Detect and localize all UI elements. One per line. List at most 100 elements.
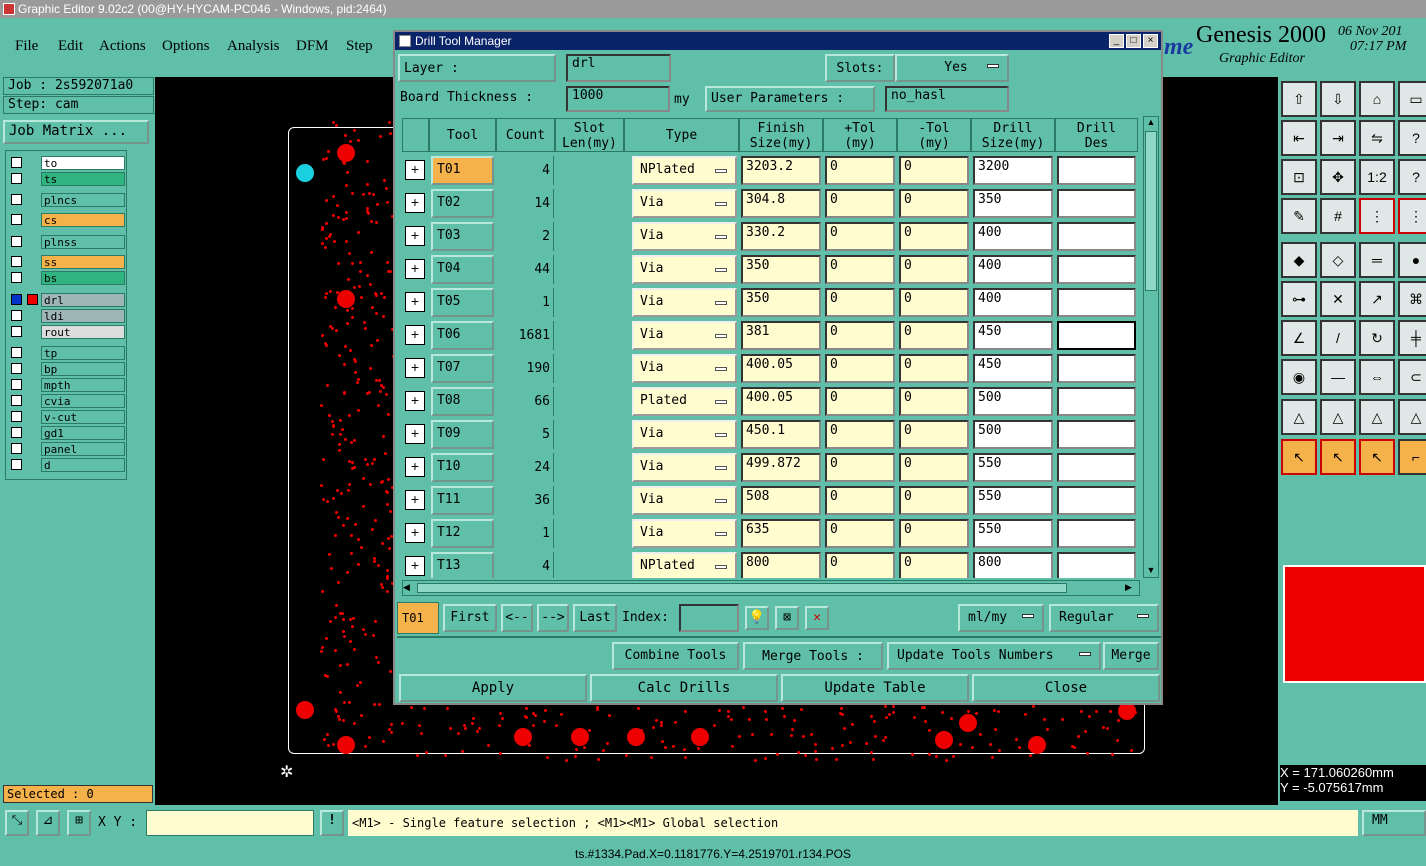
- tool-id[interactable]: T13: [431, 552, 494, 578]
- type-select[interactable]: Via: [632, 486, 737, 515]
- hscroll-thumb[interactable]: [417, 583, 1067, 593]
- type-select[interactable]: NPlated: [632, 552, 737, 578]
- tri2-icon[interactable]: △: [1320, 399, 1356, 435]
- layer-row[interactable]: panel: [9, 442, 125, 456]
- drill-size-input[interactable]: 800: [973, 552, 1053, 578]
- finish-size-input[interactable]: 800: [741, 552, 821, 578]
- layer-checkbox[interactable]: [11, 157, 22, 168]
- layer-row[interactable]: bs: [9, 271, 125, 285]
- layer-checkbox[interactable]: [27, 236, 38, 247]
- drill-des-input[interactable]: [1057, 288, 1136, 317]
- drill-size-input[interactable]: 550: [973, 486, 1053, 515]
- finish-size-input[interactable]: 508: [741, 486, 821, 515]
- layer-checkbox[interactable]: [27, 347, 38, 358]
- minus-tol-input[interactable]: 0: [899, 420, 969, 449]
- drill-des-input[interactable]: [1057, 255, 1136, 284]
- plus-tol-input[interactable]: 0: [825, 519, 895, 548]
- tool-id[interactable]: T03: [431, 222, 494, 251]
- minus-tol-input[interactable]: 0: [899, 222, 969, 251]
- import-icon[interactable]: ⇤: [1281, 120, 1317, 156]
- export-icon[interactable]: ⇥: [1320, 120, 1356, 156]
- edit-icon[interactable]: ✎: [1281, 198, 1317, 234]
- bulb-icon[interactable]: 💡: [745, 606, 769, 630]
- open-icon[interactable]: ⇧: [1281, 81, 1317, 117]
- drill-des-input[interactable]: [1057, 354, 1136, 383]
- minus-tol-input[interactable]: 0: [899, 519, 969, 548]
- layer-checkbox[interactable]: [27, 256, 38, 267]
- layer-row[interactable]: ss: [9, 255, 125, 269]
- plus-tol-input[interactable]: 0: [825, 189, 895, 218]
- help-icon[interactable]: ?: [1398, 120, 1426, 156]
- cross-icon[interactable]: ✕: [1320, 281, 1356, 317]
- type-select[interactable]: Via: [632, 255, 737, 284]
- type-select[interactable]: Via: [632, 189, 737, 218]
- layer-checkbox[interactable]: [11, 363, 22, 374]
- finish-size-input[interactable]: 3203.2: [741, 156, 821, 185]
- window-icon[interactable]: ▭: [1398, 81, 1426, 117]
- drill-size-input[interactable]: 450: [973, 354, 1053, 383]
- layer-checkbox[interactable]: [11, 194, 22, 205]
- minus-tol-input[interactable]: 0: [899, 288, 969, 317]
- drill-des-input[interactable]: [1057, 453, 1136, 482]
- drill-des-input[interactable]: [1057, 420, 1136, 449]
- measure-icon[interactable]: ⊿: [36, 810, 60, 836]
- move-icon[interactable]: ⇔: [1359, 359, 1395, 395]
- layer-checkbox[interactable]: [27, 272, 38, 283]
- point-icon[interactable]: ◉: [1281, 359, 1317, 395]
- tool-id[interactable]: T01: [431, 156, 494, 185]
- layer-checkbox[interactable]: [11, 395, 22, 406]
- scroll-left-icon[interactable]: ◀: [403, 582, 415, 594]
- zoom-fit-icon[interactable]: ⤡: [5, 810, 29, 836]
- type-select[interactable]: NPlated: [632, 156, 737, 185]
- layer-checkbox[interactable]: [27, 379, 38, 390]
- layer-row[interactable]: cvia: [9, 394, 125, 408]
- tool-id[interactable]: T09: [431, 420, 494, 449]
- expand-icon[interactable]: +: [405, 457, 425, 477]
- delete-icon[interactable]: ✕: [805, 606, 829, 630]
- line-icon[interactable]: ◇: [1320, 242, 1356, 278]
- finish-size-input[interactable]: 350: [741, 255, 821, 284]
- expand-icon[interactable]: +: [405, 160, 425, 180]
- pointer-icon[interactable]: ↖: [1281, 439, 1317, 475]
- path-icon[interactable]: ⌐: [1398, 439, 1426, 475]
- tool-id[interactable]: T05: [431, 288, 494, 317]
- layer-checkbox[interactable]: [11, 272, 22, 283]
- query-icon[interactable]: ?: [1398, 159, 1426, 195]
- expand-icon[interactable]: +: [405, 193, 425, 213]
- scroll-up-icon[interactable]: ▲: [1145, 117, 1157, 129]
- slots-select[interactable]: Yes: [895, 54, 1009, 82]
- minus-tol-input[interactable]: 0: [899, 321, 969, 350]
- arrow-icon[interactable]: ↗: [1359, 281, 1395, 317]
- expand-icon[interactable]: +: [405, 556, 425, 576]
- tool-id[interactable]: T11: [431, 486, 494, 515]
- pin-icon[interactable]: ⌘: [1398, 281, 1426, 317]
- menu-step[interactable]: Step: [346, 38, 373, 55]
- layer-checkbox[interactable]: [11, 326, 22, 337]
- drill-des-input[interactable]: [1057, 486, 1136, 515]
- finish-size-input[interactable]: 400.05: [741, 354, 821, 383]
- drill-des-input[interactable]: [1057, 387, 1136, 416]
- layer-row[interactable]: ldi: [9, 309, 125, 323]
- minus-tol-input[interactable]: 0: [899, 189, 969, 218]
- filter-icon[interactable]: ⊠: [775, 606, 799, 630]
- expand-icon[interactable]: +: [405, 358, 425, 378]
- route-icon[interactable]: ╪: [1398, 320, 1426, 356]
- drill-des-input[interactable]: [1057, 321, 1136, 350]
- tool-id[interactable]: T06: [431, 321, 494, 350]
- mode-dropdown[interactable]: Regular: [1049, 604, 1159, 632]
- drill-des-input[interactable]: [1057, 222, 1136, 251]
- layer-row[interactable]: drl: [9, 293, 125, 307]
- slash-icon[interactable]: /: [1320, 320, 1356, 356]
- drill-des-input[interactable]: [1057, 189, 1136, 218]
- plus-tol-input[interactable]: 0: [825, 321, 895, 350]
- tool-id[interactable]: T10: [431, 453, 494, 482]
- update-table-button[interactable]: Update Table: [781, 674, 969, 702]
- menu-edit[interactable]: Edit: [58, 38, 83, 55]
- plus-tol-input[interactable]: 0: [825, 156, 895, 185]
- layer-row[interactable]: gd1: [9, 426, 125, 440]
- pointer2-icon[interactable]: ↖: [1320, 439, 1356, 475]
- type-select[interactable]: Via: [632, 354, 737, 383]
- job-matrix-button[interactable]: Job Matrix ...: [3, 120, 149, 144]
- drill-size-input[interactable]: 400: [973, 288, 1053, 317]
- layer-checkbox[interactable]: [27, 363, 38, 374]
